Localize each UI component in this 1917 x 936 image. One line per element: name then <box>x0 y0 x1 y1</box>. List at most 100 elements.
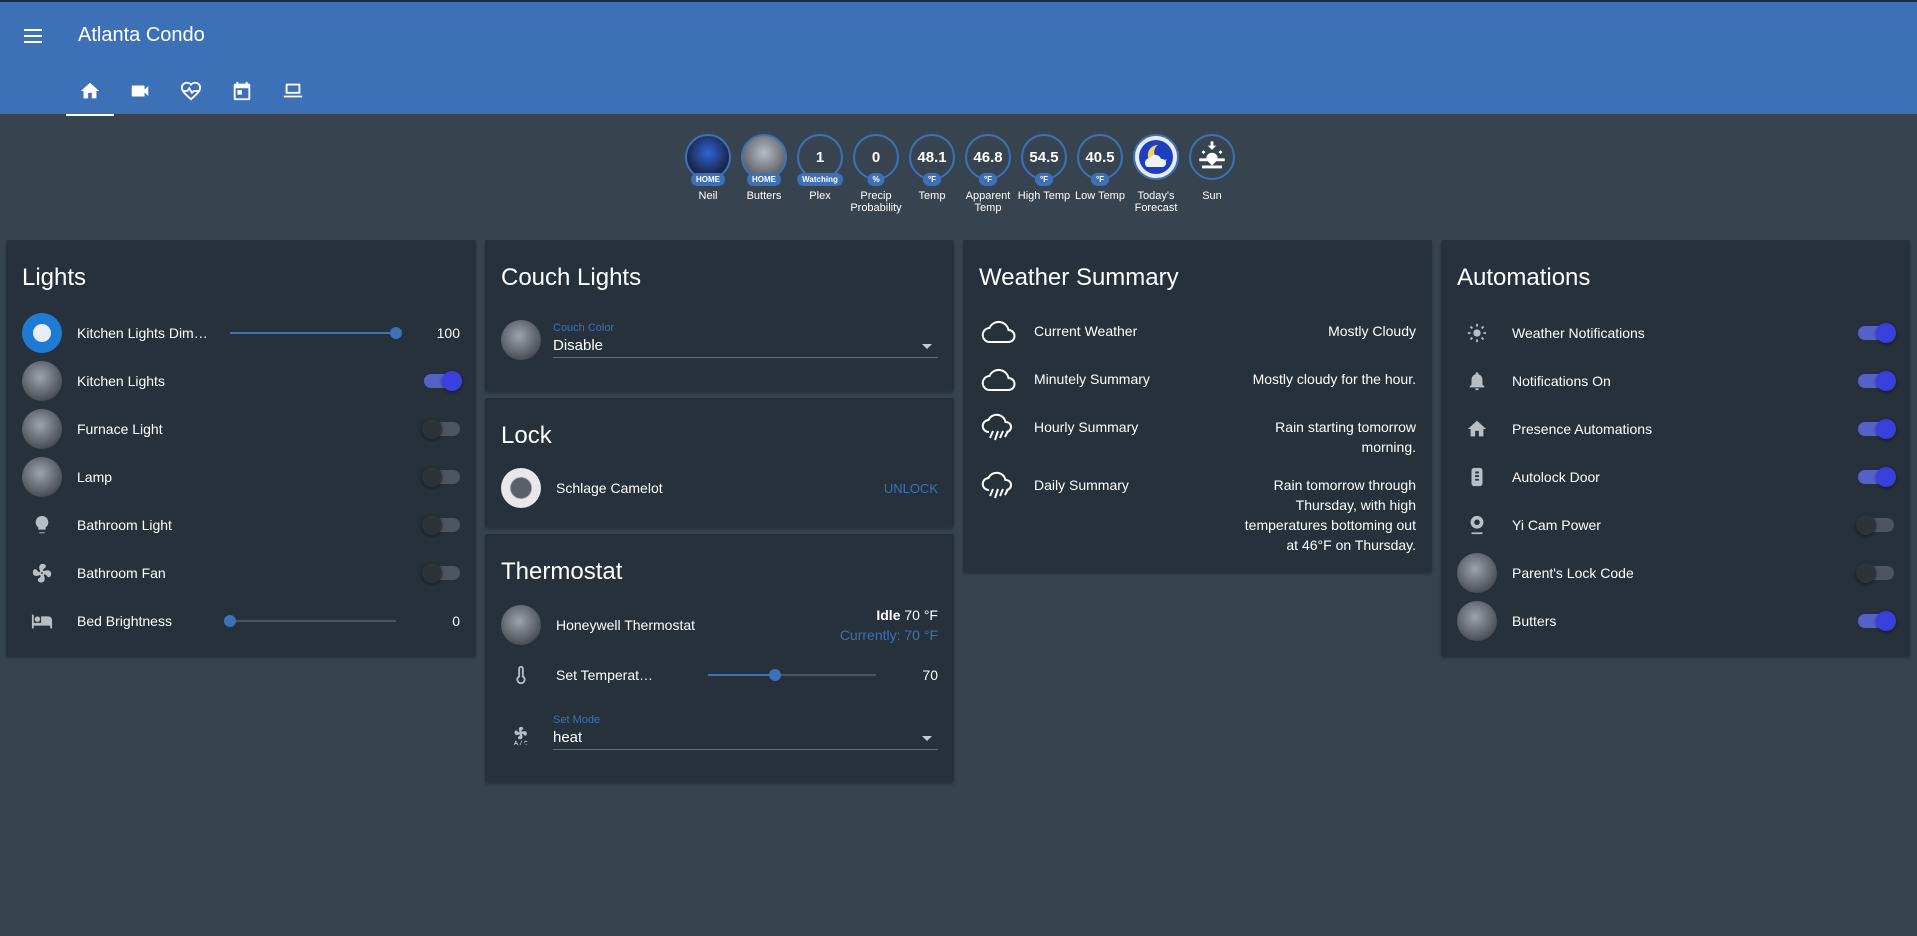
badge-sun[interactable]: Sun <box>1184 134 1240 214</box>
badge-neil[interactable]: HOME Neil <box>680 134 736 214</box>
badge-circle <box>1133 134 1179 180</box>
light-toggle[interactable] <box>424 371 462 391</box>
light-name[interactable]: Bathroom Fan <box>77 565 166 581</box>
couch-color-select[interactable]: Couch Color Disable <box>553 322 938 358</box>
automation-row: Notifications On <box>1457 361 1896 401</box>
badge-butters[interactable]: HOME Butters <box>736 134 792 214</box>
kitchen-photo-icon[interactable] <box>22 361 62 401</box>
light-row-bathroom-fan: Bathroom Fan <box>22 553 460 593</box>
weather-row-daily[interactable]: Daily Summary Rain tomorrow through Thur… <box>979 465 1416 555</box>
badge-precip[interactable]: 0% Precip Probability <box>848 134 904 214</box>
brightness-slider[interactable] <box>230 327 402 339</box>
camera-tab[interactable] <box>114 74 165 116</box>
automation-name[interactable]: Presence Automations <box>1512 421 1652 437</box>
fan-icon[interactable] <box>22 553 62 593</box>
lock-name[interactable]: Schlage Camelot <box>556 480 663 496</box>
automation-toggle[interactable] <box>1858 611 1896 631</box>
automation-name[interactable]: Butters <box>1512 613 1556 629</box>
automation-name[interactable]: Autolock Door <box>1512 469 1600 485</box>
automation-toggle[interactable] <box>1858 371 1896 391</box>
dimmer-icon[interactable] <box>22 313 62 353</box>
sun-icon[interactable] <box>1457 313 1497 353</box>
weather-row-current[interactable]: Current Weather Mostly Cloudy <box>979 311 1416 351</box>
light-name[interactable]: Kitchen Lights Dimm... <box>77 325 217 341</box>
lamp-photo-icon[interactable] <box>22 457 62 497</box>
automation-toggle[interactable] <box>1858 419 1896 439</box>
light-toggle[interactable] <box>422 419 460 439</box>
furnace-photo-icon[interactable] <box>22 409 62 449</box>
thermostat-photo-icon[interactable] <box>501 605 541 645</box>
automation-toggle[interactable] <box>1858 323 1896 343</box>
badge-value: 46.8 <box>973 148 1003 166</box>
lightbulb-icon[interactable] <box>22 505 62 545</box>
badge-label: Today's Forecast <box>1134 190 1178 214</box>
slider-knob[interactable] <box>390 327 402 339</box>
badge-circle <box>1189 134 1235 180</box>
automation-toggle[interactable] <box>1858 467 1896 487</box>
health-tab[interactable] <box>165 74 216 116</box>
badge-label: Apparent Temp <box>965 190 1011 214</box>
select-value[interactable]: Disable <box>553 337 938 358</box>
automation-name[interactable]: Yi Cam Power <box>1512 517 1601 533</box>
webcam-icon[interactable] <box>1457 505 1497 545</box>
automation-name[interactable]: Weather Notifications <box>1512 325 1645 341</box>
automation-row: Yi Cam Power <box>1457 505 1894 545</box>
badge-value: 0 <box>871 148 881 166</box>
weather-row-hourly[interactable]: Hourly Summary Rain starting tomorrow mo… <box>979 407 1416 457</box>
parents-photo-icon[interactable] <box>1457 553 1497 593</box>
thermostat-name[interactable]: Honeywell Thermostat <box>556 617 695 633</box>
badge-value: 48.1 <box>917 148 947 166</box>
badge-temp[interactable]: 48.1 °F Temp <box>904 134 960 214</box>
automation-name[interactable]: Parent's Lock Code <box>1512 565 1634 581</box>
badge-circle: 46.8 °F <box>965 134 1011 186</box>
current-temp: Currently: 70 °F <box>839 627 938 643</box>
light-name[interactable]: Furnace Light <box>77 421 163 437</box>
badge-plex[interactable]: 1 Watching Plex <box>792 134 848 214</box>
brightness-value: 0 <box>452 613 460 629</box>
light-toggle[interactable] <box>422 515 460 535</box>
unlock-button[interactable]: UNLOCK <box>884 481 938 496</box>
automation-name[interactable]: Notifications On <box>1512 373 1611 389</box>
weather-row-minutely[interactable]: Minutely Summary Mostly cloudy for the h… <box>979 359 1416 399</box>
light-name[interactable]: Bed Brightness <box>77 613 217 629</box>
selected-option: heat <box>553 729 583 746</box>
state-label: Idle <box>876 607 901 623</box>
select-value[interactable]: heat <box>553 729 938 750</box>
light-name[interactable]: Kitchen Lights <box>77 373 165 389</box>
card-title: Thermostat <box>501 558 623 585</box>
card-title: Automations <box>1457 264 1591 291</box>
butters-photo-icon[interactable] <box>1457 601 1497 641</box>
computer-tab[interactable] <box>267 74 318 116</box>
badge-tag: HOME <box>747 173 781 186</box>
badge-high-temp[interactable]: 54.5 °F High Temp <box>1016 134 1072 214</box>
badge-tag: Watching <box>797 173 843 186</box>
light-name[interactable]: Lamp <box>77 469 112 485</box>
automation-toggle[interactable] <box>1856 563 1894 583</box>
calendar-tab[interactable] <box>216 74 267 116</box>
menu-icon[interactable] <box>20 22 48 50</box>
light-toggle[interactable] <box>422 467 460 487</box>
slider-knob[interactable] <box>224 615 236 627</box>
badge-low-temp[interactable]: 40.5 °F Low Temp <box>1072 134 1128 214</box>
bed-icon[interactable] <box>22 601 62 641</box>
home-icon[interactable] <box>1457 409 1497 449</box>
badge-forecast[interactable]: Today's Forecast <box>1128 134 1184 214</box>
badge-circle: 1 Watching <box>797 134 843 186</box>
badge-label: Precip Probability <box>850 190 902 214</box>
light-name[interactable]: Bathroom Light <box>77 517 172 533</box>
fan-toggle[interactable] <box>422 563 460 583</box>
set-mode-select[interactable]: Set Mode heat <box>553 714 938 750</box>
couch-photo-icon[interactable] <box>501 320 541 360</box>
home-tab[interactable] <box>66 74 114 116</box>
door-lock-icon[interactable] <box>1457 457 1497 497</box>
badge-apparent-temp[interactable]: 46.8 °F Apparent Temp <box>960 134 1016 214</box>
set-temperature-value: 70 <box>922 667 938 683</box>
weather-value: Mostly cloudy for the hour. <box>1252 371 1416 387</box>
automation-toggle[interactable] <box>1856 515 1894 535</box>
lock-photo-icon[interactable] <box>501 468 541 508</box>
temperature-slider[interactable] <box>708 669 876 681</box>
bell-icon[interactable] <box>1457 361 1497 401</box>
brightness-slider[interactable] <box>224 615 396 627</box>
slider-knob[interactable] <box>769 669 782 681</box>
laptop-icon <box>283 83 302 98</box>
